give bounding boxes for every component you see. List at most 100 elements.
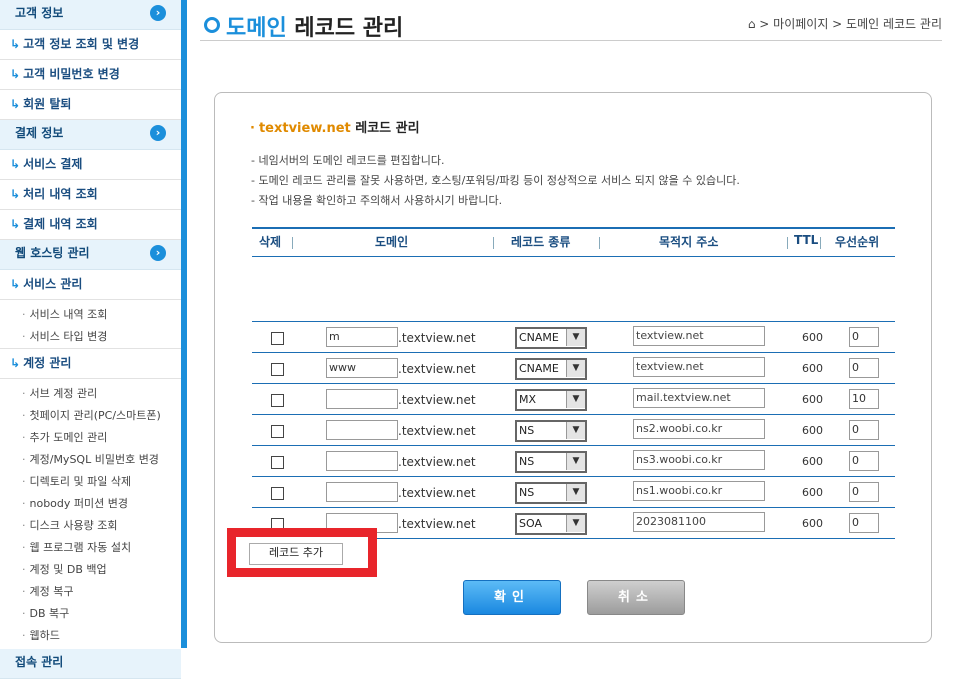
title-highlight: 도메인 (226, 16, 287, 41)
header-divider (200, 40, 942, 41)
record-type-select[interactable]: MX ▼ (515, 389, 587, 411)
item-label: 회원 탈퇴 (23, 97, 72, 111)
sidebar-item-password-change[interactable]: ↳ 고객 비밀번호 변경 (0, 60, 181, 90)
item-label: 고객 비밀번호 변경 (23, 67, 120, 81)
delete-checkbox[interactable] (271, 456, 284, 469)
sidebar-subitem[interactable]: · 서비스 타입 변경 (0, 326, 181, 348)
record-type-value: MX (519, 393, 537, 406)
subitem-label: nobody 퍼미션 변경 (29, 497, 129, 510)
destination-input[interactable]: ns2.woobi.co.kr (633, 419, 765, 439)
sidebar-subitem[interactable]: · 웹하드 (0, 625, 181, 647)
delete-checkbox[interactable] (271, 332, 284, 345)
table-row: www .textview.net CNAME ▼ textview.net 600 0 (252, 353, 895, 384)
destination-input[interactable]: textview.net (633, 326, 765, 346)
record-type-value: NS (519, 455, 535, 468)
sidebar-subitem[interactable]: · 계정 복구 (0, 581, 181, 603)
sidebar-item-process-history[interactable]: ↳ 처리 내역 조회 (0, 180, 181, 210)
sidebar-item-payment-history[interactable]: ↳ 결제 내역 조회 (0, 210, 181, 240)
domain-suffix: .textview.net (398, 331, 476, 345)
sidebar-subitem[interactable]: · 서비스 내역 조회 (0, 304, 181, 326)
arrow-icon: ↳ (10, 97, 21, 111)
sidebar-subitem[interactable]: · 디렉토리 및 파일 삭제 (0, 471, 181, 493)
subdomain-input[interactable]: www (326, 358, 398, 378)
record-type-select[interactable]: CNAME ▼ (515, 358, 587, 380)
sidebar-item-service-manage[interactable]: ↳ 서비스 관리 (0, 270, 181, 300)
sidebar-item-customer-info-edit[interactable]: ↳ 고객 정보 조회 및 변경 (0, 30, 181, 60)
subdomain-input[interactable]: m (326, 327, 398, 347)
section-web-hosting[interactable]: 웹 호스팅 관리 › (0, 240, 181, 270)
note-line: - 도메인 레코드 관리를 잘못 사용하면, 호스팅/포워딩/파킹 등이 정상적… (251, 174, 740, 187)
circle-arrow-icon[interactable]: › (150, 125, 166, 141)
priority-input[interactable]: 0 (849, 358, 879, 378)
destination-input[interactable]: 2023081100 (633, 512, 765, 532)
sidebar-subitem[interactable]: · 계정/MySQL 비밀번호 변경 (0, 449, 181, 471)
chevron-down-icon[interactable]: ▼ (566, 329, 585, 346)
chevron-down-icon[interactable]: ▼ (566, 391, 585, 408)
breadcrumb[interactable]: ⌂ > 마이페이지 > 도메인 레코드 관리 (748, 15, 942, 32)
delete-checkbox[interactable] (271, 394, 284, 407)
chevron-down-icon[interactable]: ▼ (566, 360, 585, 377)
section-customer-info[interactable]: 고객 정보 › (0, 0, 181, 30)
circle-arrow-icon[interactable]: › (150, 5, 166, 21)
delete-checkbox[interactable] (271, 487, 284, 500)
subdomain-input[interactable] (326, 451, 398, 471)
subdomain-input[interactable] (326, 389, 398, 409)
priority-input[interactable]: 0 (849, 482, 879, 502)
panel-title: · textview.net 레코드 관리 (250, 121, 420, 136)
subdomain-input[interactable] (326, 420, 398, 440)
record-type-select[interactable]: NS ▼ (515, 420, 587, 442)
chevron-down-icon[interactable]: ▼ (566, 422, 585, 439)
section-payment-info[interactable]: 결제 정보 › (0, 120, 181, 150)
panel-domain: textview.net (258, 121, 351, 136)
record-type-select[interactable]: SOA ▼ (515, 513, 587, 535)
chevron-down-icon[interactable]: ▼ (566, 515, 585, 532)
delete-checkbox[interactable] (271, 425, 284, 438)
section-label: 접속 관리 (15, 655, 64, 669)
record-type-value: NS (519, 424, 535, 437)
record-type-select[interactable]: NS ▼ (515, 451, 587, 473)
record-type-select[interactable]: NS ▼ (515, 482, 587, 504)
destination-input[interactable]: ns3.woobi.co.kr (633, 450, 765, 470)
subitem-label: 계정/MySQL 비밀번호 변경 (29, 453, 159, 466)
subdomain-input[interactable] (326, 482, 398, 502)
sidebar-item-account-manage[interactable]: ↳ 계정 관리 (0, 348, 181, 379)
chevron-down-icon[interactable]: ▼ (566, 453, 585, 470)
priority-input[interactable]: 10 (849, 389, 879, 409)
record-type-select[interactable]: CNAME ▼ (515, 327, 587, 349)
sidebar-subitem[interactable]: · nobody 퍼미션 변경 (0, 493, 181, 515)
subitem-label: 첫페이지 관리(PC/스마트폰) (29, 409, 161, 422)
priority-input[interactable]: 0 (849, 451, 879, 471)
arrow-icon: ↳ (10, 67, 21, 81)
sidebar-subitem[interactable]: · 서브 계정 관리 (0, 383, 181, 405)
section-access-manage[interactable]: 접속 관리 (0, 649, 181, 679)
sidebar-subitem[interactable]: · 디스크 사용량 조회 (0, 515, 181, 537)
table-row: .textview.net NS ▼ ns1.woobi.co.kr 600 0 (252, 477, 895, 508)
header-ttl: TTL (794, 233, 819, 247)
sidebar-subitem[interactable]: · 계정 및 DB 백업 (0, 559, 181, 581)
priority-input[interactable]: 0 (849, 513, 879, 533)
ttl-value: 600 (802, 517, 823, 530)
sidebar-item-service-payment[interactable]: ↳ 서비스 결제 (0, 150, 181, 180)
cancel-button[interactable]: 취소 (587, 580, 685, 615)
priority-input[interactable]: 0 (849, 327, 879, 347)
section-label: 결제 정보 (15, 126, 64, 140)
destination-input[interactable]: ns1.woobi.co.kr (633, 481, 765, 501)
sidebar-subitem[interactable]: · 추가 도메인 관리 (0, 427, 181, 449)
add-record-button[interactable]: 레코드 추가 (249, 543, 343, 565)
confirm-button[interactable]: 확인 (463, 580, 561, 615)
destination-input[interactable]: textview.net (633, 357, 765, 377)
priority-input[interactable]: 0 (849, 420, 879, 440)
sidebar-item-withdraw[interactable]: ↳ 회원 탈퇴 (0, 90, 181, 120)
sidebar-subitem[interactable]: · 첫페이지 관리(PC/스마트폰) (0, 405, 181, 427)
delete-checkbox[interactable] (271, 363, 284, 376)
ttl-value: 600 (802, 362, 823, 375)
chevron-down-icon[interactable]: ▼ (566, 484, 585, 501)
sidebar-subitem[interactable]: · DB 복구 (0, 603, 181, 625)
domain-suffix: .textview.net (398, 517, 476, 531)
item-label: 서비스 관리 (23, 277, 83, 291)
destination-input[interactable]: mail.textview.net (633, 388, 765, 408)
circle-arrow-icon[interactable]: › (150, 245, 166, 261)
sidebar-subitem[interactable]: · 웹 프로그램 자동 설치 (0, 537, 181, 559)
domain-suffix: .textview.net (398, 455, 476, 469)
item-label: 계정 관리 (23, 356, 72, 370)
